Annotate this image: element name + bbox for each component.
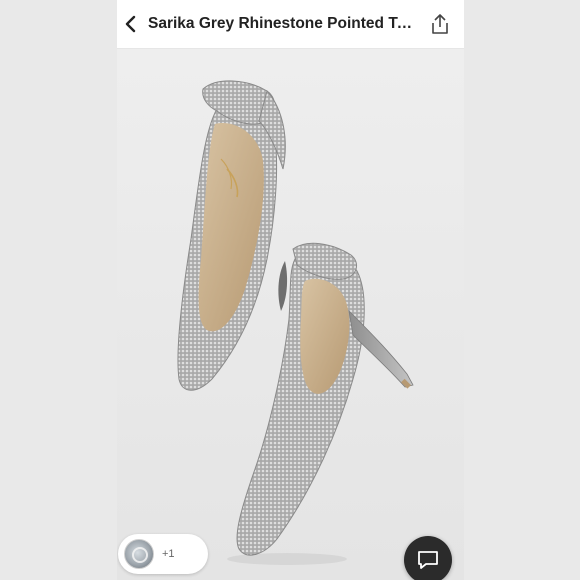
back-shoe xyxy=(177,80,286,391)
left-blur-panel xyxy=(0,0,117,580)
thumbnail-selector[interactable]: +1 xyxy=(118,534,208,574)
thumbnail-image xyxy=(124,539,154,569)
back-button[interactable] xyxy=(117,10,145,38)
chat-bubble-icon xyxy=(418,551,438,569)
chat-button[interactable] xyxy=(404,536,452,580)
chevron-left-icon xyxy=(125,15,136,33)
share-button[interactable] xyxy=(428,12,452,36)
shoe-illustration xyxy=(177,80,414,565)
share-upload-icon xyxy=(432,14,448,34)
top-bar: Sarika Grey Rhinestone Pointed Toe S... xyxy=(117,0,464,49)
more-photos-count: +1 xyxy=(162,548,175,560)
product-photo[interactable] xyxy=(117,49,464,580)
listing-title: Sarika Grey Rhinestone Pointed Toe S... xyxy=(148,15,416,32)
right-blur-panel xyxy=(464,0,580,580)
listing-screen: Sarika Grey Rhinestone Pointed Toe S... xyxy=(117,0,464,580)
